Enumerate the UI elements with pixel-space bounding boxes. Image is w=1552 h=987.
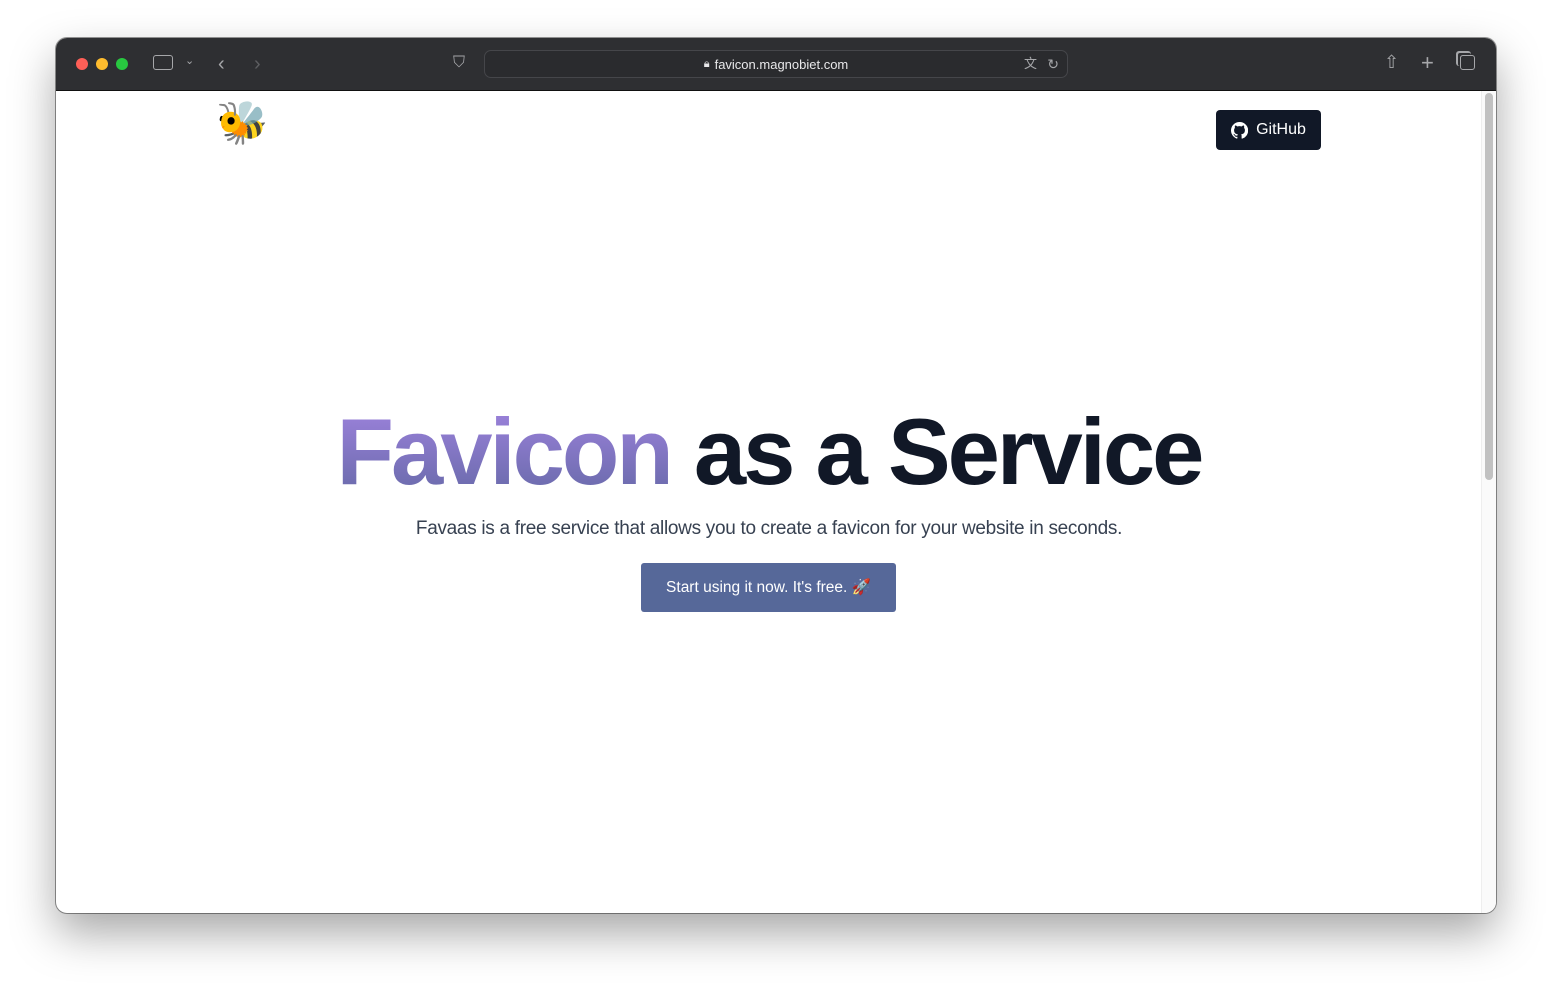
start-button[interactable]: Start using it now. It's free. 🚀: [641, 563, 896, 612]
close-button[interactable]: [76, 58, 88, 70]
github-label: GitHub: [1256, 121, 1306, 138]
title-rest: as a Service: [693, 399, 1205, 504]
minimize-button[interactable]: [96, 58, 108, 70]
translate-icon[interactable]: 文: [1024, 57, 1037, 70]
tabs-icon[interactable]: [1460, 55, 1475, 70]
zoom-button[interactable]: [116, 58, 128, 70]
browser-toolbar: ⌄ ‹ › ⛉ 🔒︎ favicon.magnobiet.com 文 ↻ ⇧ +: [56, 38, 1496, 91]
hero-subtitle: Favaas is a free service that allows you…: [415, 518, 1123, 539]
title-highlight: Favicon: [336, 399, 674, 504]
back-icon[interactable]: ‹: [218, 54, 225, 74]
hero-title: Favicon as a Service: [56, 400, 1482, 503]
lock-icon: 🔒︎: [703, 57, 710, 70]
browser-window: ⌄ ‹ › ⛉ 🔒︎ favicon.magnobiet.com 文 ↻ ⇧ +…: [56, 38, 1496, 913]
github-button[interactable]: GitHub: [1216, 110, 1321, 150]
github-icon: [1231, 121, 1249, 139]
reload-icon[interactable]: ↻: [1047, 57, 1059, 71]
share-icon[interactable]: ⇧: [1384, 53, 1399, 71]
sidebar-icon[interactable]: [153, 55, 173, 70]
scrollbar[interactable]: [1481, 91, 1496, 913]
new-tab-icon[interactable]: +: [1421, 52, 1434, 74]
scrollbar-thumb[interactable]: [1485, 93, 1493, 480]
forward-icon[interactable]: ›: [254, 54, 261, 74]
address-bar[interactable]: 🔒︎ favicon.magnobiet.com 文 ↻: [484, 50, 1068, 78]
url-text: favicon.magnobiet.com: [714, 56, 849, 72]
logo[interactable]: 🐝: [216, 102, 268, 144]
shield-icon[interactable]: ⛉: [453, 55, 465, 71]
chevron-down-icon[interactable]: ⌄: [185, 56, 194, 67]
